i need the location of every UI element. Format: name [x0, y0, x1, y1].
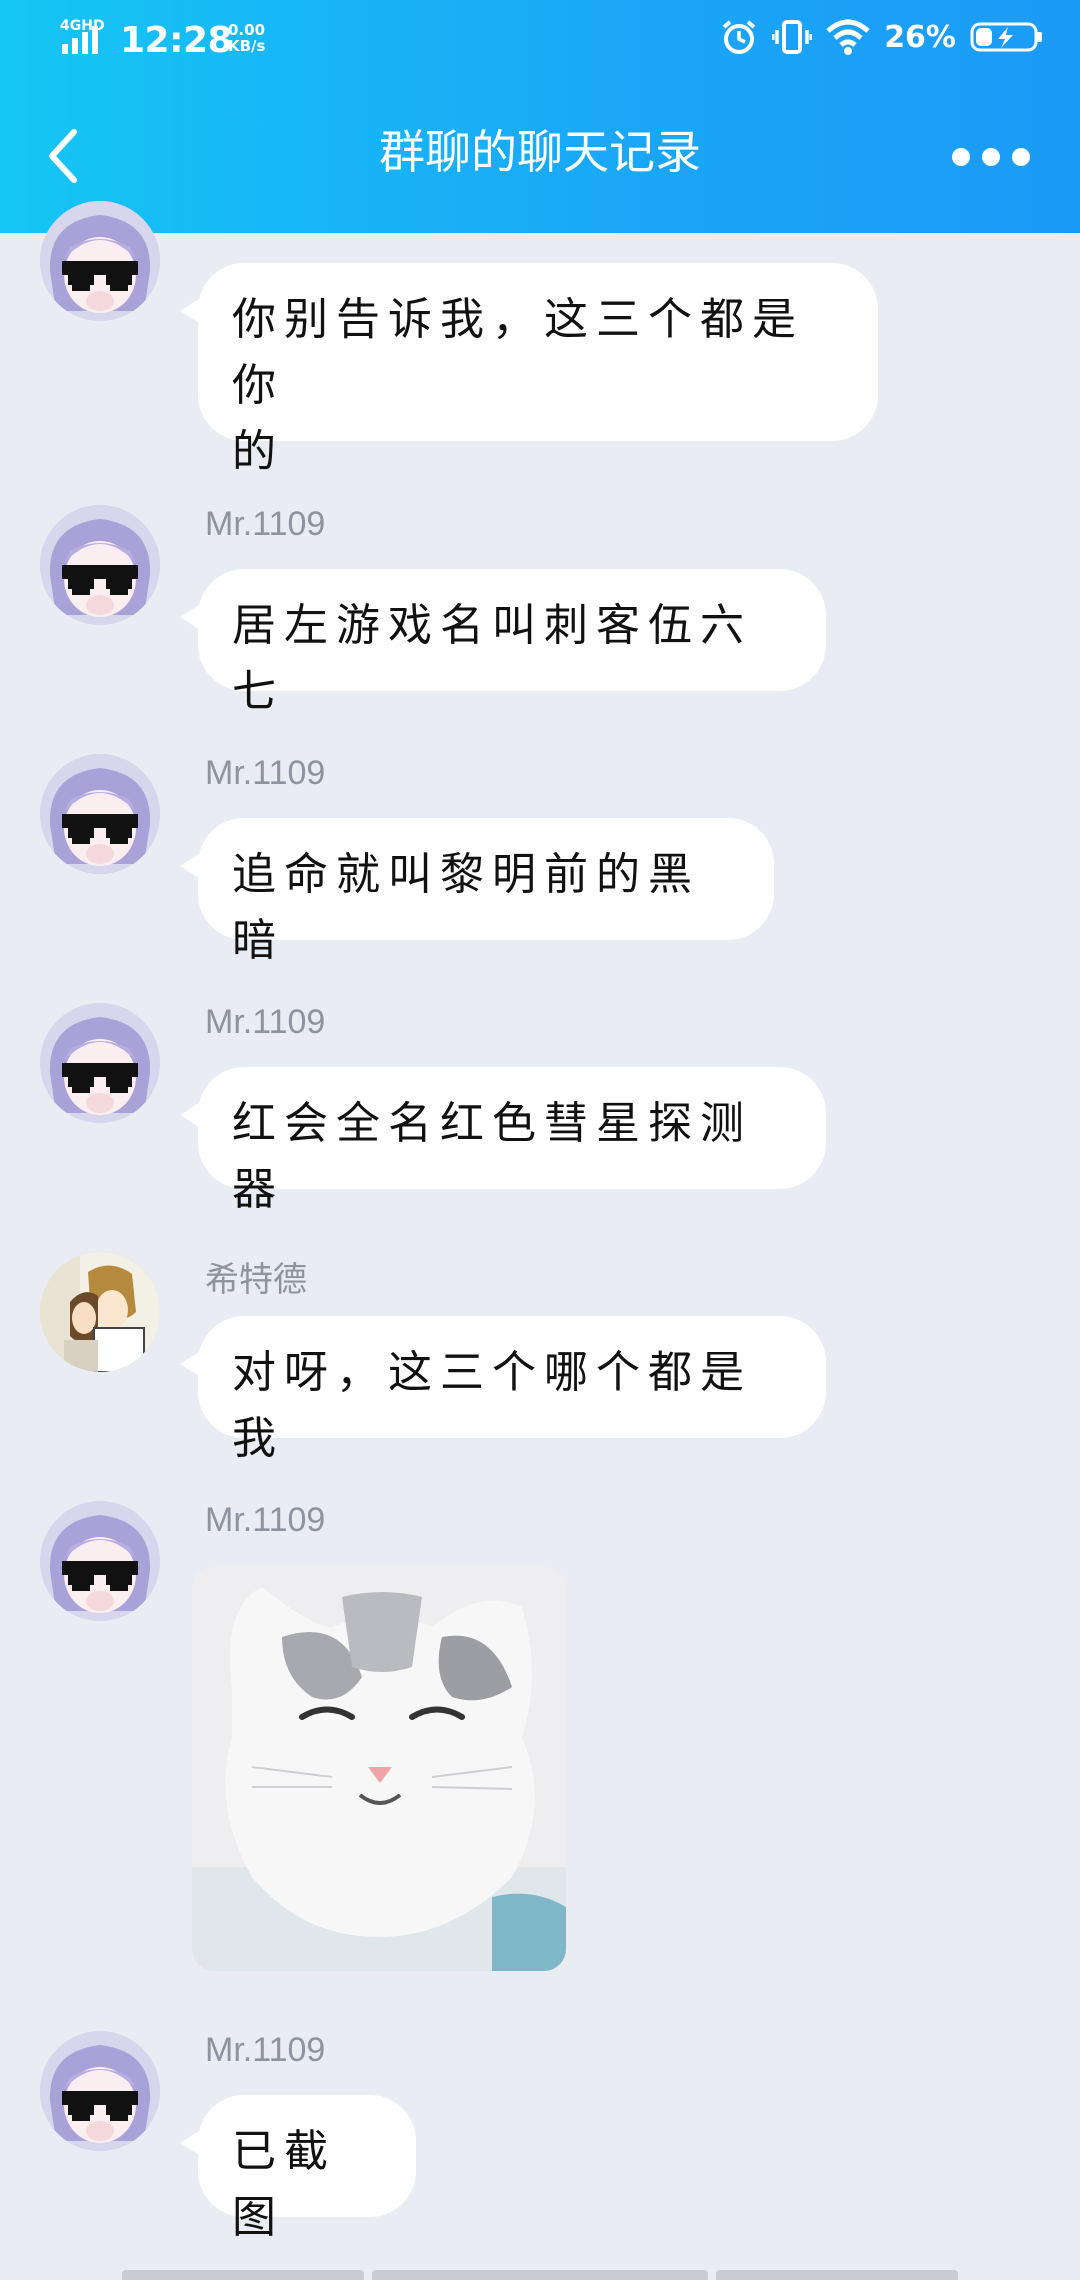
message-bubble[interactable]: 已截图 [180, 2095, 416, 2243]
anime-avatar-image [40, 505, 160, 625]
net-speed-unit: KB/s [228, 37, 266, 55]
net-speed: 0.00 KB/s [228, 22, 265, 54]
avatar[interactable] [40, 1003, 160, 1123]
avatar[interactable] [40, 1252, 160, 1372]
anime-avatar-image [40, 1501, 160, 1621]
clock: 12:28 [120, 20, 233, 61]
message-bubble[interactable]: 居左游戏名叫刺客伍六七 [180, 569, 826, 717]
bottom-nav-segment [716, 2270, 958, 2280]
sender-name: 希特德 [205, 1261, 307, 1299]
smiling-cat-image [192, 1567, 566, 1971]
message-text-line: 的 [232, 426, 284, 477]
vibrate-icon [772, 20, 813, 54]
message-bubble[interactable]: 红会全名红色彗星探测器 [180, 1067, 826, 1215]
message-text: 已截图 [232, 2126, 336, 2243]
anime-avatar-image [40, 201, 160, 321]
alarm-icon [722, 20, 756, 54]
avatar[interactable] [40, 505, 160, 625]
anime-avatar-image [40, 1003, 160, 1123]
sender-name: Mr.1109 [205, 2031, 326, 2069]
cat-sticker-image[interactable] [192, 1567, 566, 1971]
more-options-icon[interactable] [952, 148, 1030, 166]
anime-avatar-image [40, 2031, 160, 2151]
message-bubble[interactable]: 对呀，这三个哪个都是我 [180, 1316, 826, 1464]
avatar[interactable] [40, 2031, 160, 2151]
message-bubble[interactable]: 追命就叫黎明前的黑暗 [180, 818, 774, 966]
avatar[interactable] [40, 754, 160, 874]
message-text: 对呀，这三个哪个都是我 [232, 1347, 752, 1464]
message-text: 居左游戏名叫刺客伍六七 [232, 600, 752, 717]
avatar[interactable] [40, 1501, 160, 1621]
more-dot [952, 148, 970, 166]
status-right: 26% [720, 18, 1044, 56]
battery-percent: 26% [884, 19, 956, 55]
network-type: 4GHD [60, 18, 105, 34]
title-row: 群聊的聊天记录 [0, 100, 1080, 210]
sender-name: Mr.1109 [205, 754, 326, 792]
manga-avatar-image [40, 1252, 160, 1372]
more-dot [982, 148, 1000, 166]
bottom-nav-segment [122, 2270, 364, 2280]
sender-name: Mr.1109 [205, 1003, 326, 1041]
status-bar: 4GHD 12:28 0.00 KB/s 26% [0, 0, 1080, 86]
header-bar: 4GHD 12:28 0.00 KB/s 26% 群聊的聊天记录 [0, 0, 1080, 233]
more-dot [1012, 148, 1030, 166]
page-title: 群聊的聊天记录 [379, 125, 701, 179]
anime-avatar-image [40, 754, 160, 874]
net-speed-value: 0.00 [228, 21, 266, 39]
message-text: 追命就叫黎明前的黑暗 [232, 849, 700, 966]
wifi-icon [826, 19, 870, 55]
message-text: 红会全名红色彗星探测器 [232, 1098, 752, 1215]
battery-charging-icon [970, 22, 1042, 52]
message-text-line: 你别告诉我，这三个都是你 [232, 294, 804, 411]
bottom-nav-segment [372, 2270, 708, 2280]
message-bubble[interactable]: 你别告诉我，这三个都是你 的 [180, 263, 878, 477]
sender-name: Mr.1109 [205, 1501, 326, 1539]
avatar[interactable] [40, 201, 160, 321]
sender-name: Mr.1109 [205, 505, 326, 543]
